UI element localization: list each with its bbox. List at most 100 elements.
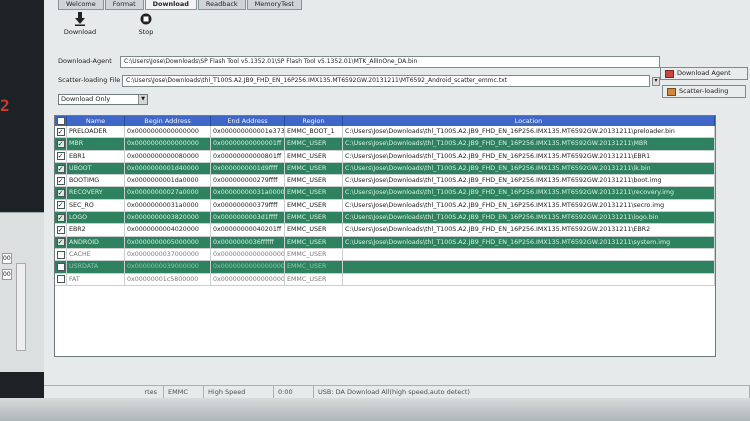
row-checkbox[interactable]	[55, 248, 67, 261]
cell-name: MBR	[67, 138, 125, 150]
cell-location[interactable]: C:\Users\Jose\Downloads\thl_T100S.A2.JB9…	[343, 199, 715, 212]
row-checkbox[interactable]: ✓	[55, 138, 67, 150]
row-checkbox[interactable]: ✓	[55, 212, 67, 224]
download-button-label: Download	[63, 28, 97, 36]
tab-bar: Welcome Format Download Readback MemoryT…	[58, 0, 303, 10]
cell-location[interactable]: C:\Users\Jose\Downloads\thl_T100S.A2.JB9…	[343, 212, 715, 224]
folder-icon	[665, 69, 674, 78]
cell-location[interactable]: C:\Users\Jose\Downloads\thl_T100S.A2.JB9…	[343, 126, 715, 138]
row-checkbox[interactable]: ✓	[55, 224, 67, 236]
download-agent-button-label: Download Agent	[677, 69, 731, 77]
cell-location[interactable]: C:\Users\Jose\Downloads\thl_T100S.A2.JB9…	[343, 138, 715, 150]
table-row[interactable]: ✓ LOGO 0x0000000003820000 0x0000000003d1fff…	[55, 212, 715, 225]
cell-begin-address: 0x0000000001da0000	[125, 175, 211, 187]
cell-name: SEC_RO	[67, 199, 125, 212]
scatter-loading-button-label: Scatter-loading	[679, 87, 729, 95]
download-button[interactable]: Download	[60, 12, 100, 36]
cell-location[interactable]: C:\Users\Jose\Downloads\thl_T100S.A2.JB9…	[343, 150, 715, 162]
stop-button[interactable]: Stop	[126, 12, 166, 36]
checkmark-icon: ✓	[56, 201, 65, 210]
cell-location[interactable]: C:\Users\Jose\Downloads\thl_T100S.A2.JB9…	[343, 175, 715, 187]
toolbar: Download Stop	[60, 12, 166, 36]
left-value-box-1[interactable]: 00	[2, 253, 12, 264]
cell-region: EMMC_USER	[285, 162, 343, 175]
left-value-box-2[interactable]: 00	[2, 269, 12, 280]
partition-table: Name Begin Address End Address Region Lo…	[54, 115, 716, 357]
tab-readback[interactable]: Readback	[197, 0, 246, 10]
cell-location[interactable]: C:\Users\Jose\Downloads\thl_T100S.A2.JB9…	[343, 187, 715, 199]
cell-location[interactable]	[343, 273, 715, 285]
table-row[interactable]: ✓ BOOTIMG 0x0000000001da0000 0x000000000279…	[55, 175, 715, 188]
table-row[interactable]: FAT 0x00000001c5800000 0x0000000000000000 E…	[55, 273, 715, 286]
cell-region: EMMC_USER	[285, 273, 343, 285]
table-row[interactable]: CACHE 0x0000000037000000 0x000000000000000…	[55, 248, 715, 262]
left-scrollbar[interactable]	[16, 263, 26, 351]
scatter-loading-button[interactable]: Scatter-loading	[662, 85, 746, 98]
cell-end-address: 0x0000000000000000	[211, 261, 285, 273]
tab-memorytest[interactable]: MemoryTest	[246, 0, 302, 10]
scatter-file-path-field[interactable]: C:\Users\Jose\Downloads\thl_T100S.A2.JB9…	[122, 75, 650, 87]
column-header-end-address[interactable]: End Address	[211, 116, 285, 126]
download-agent-path-field[interactable]: C:\Users\Jose\Downloads\SP Flash Tool v5…	[120, 56, 660, 68]
cell-location[interactable]: C:\Users\Jose\Downloads\thl_T100S.A2.JB9…	[343, 236, 715, 248]
left-options-panel: 00 00	[0, 212, 44, 372]
table-row[interactable]: ✓ EBR2 0x0000000004020000 0x00000000040201f…	[55, 224, 715, 237]
download-agent-label: Download-Agent	[58, 57, 112, 65]
cell-name: LOGO	[67, 212, 125, 224]
column-header-region[interactable]: Region	[285, 116, 343, 126]
cell-region: EMMC_USER	[285, 187, 343, 199]
left-background-panel: 2 00 00	[0, 0, 44, 421]
table-row[interactable]: USRDATA 0x0000000039000000 0x0000000000000…	[55, 261, 715, 274]
table-row[interactable]: ✓ MBR 0x0000000000000000 0x00000000000001ff…	[55, 138, 715, 151]
checkmark-icon: ✓	[56, 213, 65, 222]
row-checkbox[interactable]	[55, 273, 67, 285]
cell-end-address: 0x0000000003d1ffff	[211, 212, 285, 224]
table-header: Name Begin Address End Address Region Lo…	[55, 116, 715, 126]
stop-icon	[140, 12, 152, 26]
cell-location[interactable]	[343, 248, 715, 261]
row-checkbox[interactable]: ✓	[55, 175, 67, 187]
bottom-edge-background	[0, 398, 750, 421]
cell-name: CACHE	[67, 248, 125, 261]
table-row[interactable]: ✓ ANDROID 0x0000000005000000 0x0000000036ff…	[55, 236, 715, 249]
column-header-begin-address[interactable]: Begin Address	[125, 116, 211, 126]
row-checkbox[interactable]: ✓	[55, 126, 67, 138]
download-agent-button[interactable]: Download Agent	[660, 67, 748, 80]
cell-name: USRDATA	[67, 261, 125, 273]
table-row[interactable]: ✓ PRELOADER 0x0000000000000000 0x0000000000…	[55, 126, 715, 139]
red-indicator-text: 2	[0, 96, 10, 115]
cell-region: EMMC_USER	[285, 261, 343, 273]
cell-location[interactable]: C:\Users\Jose\Downloads\thl_T100S.A2.JB9…	[343, 224, 715, 236]
table-row[interactable]: ✓ EBR1 0x0000000000080000 0x00000000000801f…	[55, 150, 715, 163]
row-checkbox[interactable]: ✓	[55, 199, 67, 212]
stop-button-label: Stop	[138, 28, 154, 36]
tab-welcome[interactable]: Welcome	[58, 0, 104, 10]
table-row[interactable]: ✓ UBOOT 0x0000000001d40000 0x0000000001d9ff…	[55, 162, 715, 176]
row-checkbox[interactable]: ✓	[55, 187, 67, 199]
tab-format[interactable]: Format	[104, 0, 144, 10]
cell-begin-address: 0x0000000000080000	[125, 150, 211, 162]
row-checkbox[interactable]	[55, 261, 67, 273]
download-mode-selected: Download Only	[61, 95, 111, 103]
cell-region: EMMC_USER	[285, 212, 343, 224]
row-checkbox[interactable]: ✓	[55, 162, 67, 175]
cell-name: PRELOADER	[67, 126, 125, 138]
header-select-all-checkbox[interactable]	[55, 116, 67, 126]
row-checkbox[interactable]: ✓	[55, 236, 67, 248]
download-mode-dropdown[interactable]: Download Only ▼	[58, 94, 148, 105]
empty-checkbox-icon	[56, 262, 65, 271]
column-header-location[interactable]: Location	[343, 116, 715, 126]
status-storage-type: EMMC	[164, 386, 204, 398]
cell-begin-address: 0x0000000037000000	[125, 248, 211, 261]
checkmark-icon: ✓	[56, 238, 65, 247]
cell-begin-address: 0x0000000000000000	[125, 138, 211, 150]
table-row[interactable]: ✓ RECOVERY 0x00000000027a0000 0x00000000031…	[55, 187, 715, 200]
checkmark-icon: ✓	[56, 127, 65, 136]
scatter-browse-dots-button[interactable]: ▾	[652, 77, 660, 86]
tab-download[interactable]: Download	[144, 0, 197, 10]
cell-location[interactable]	[343, 261, 715, 273]
row-checkbox[interactable]: ✓	[55, 150, 67, 162]
table-row[interactable]: ✓ SEC_RO 0x00000000031a0000 0x000000000379f…	[55, 199, 715, 213]
column-header-name[interactable]: Name	[67, 116, 125, 126]
cell-location[interactable]: C:\Users\Jose\Downloads\thl_T100S.A2.JB9…	[343, 162, 715, 175]
